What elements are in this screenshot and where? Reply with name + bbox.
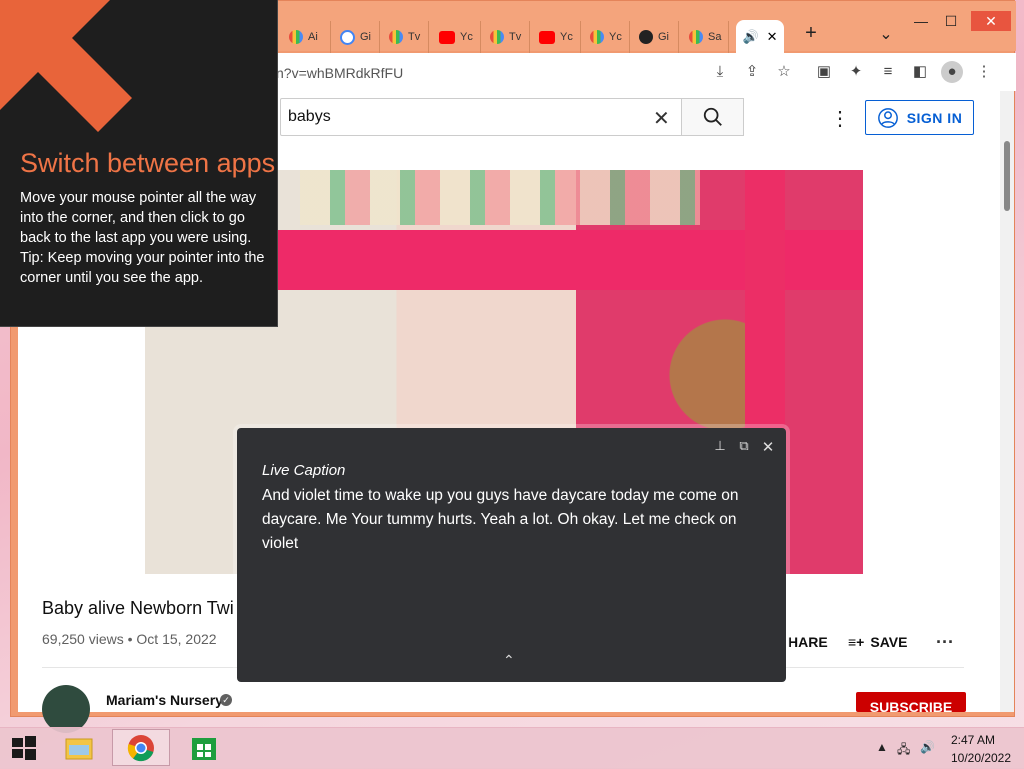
browser-tab[interactable]: Tv	[482, 21, 530, 53]
tab-label: Yc	[609, 31, 622, 43]
view-count: 69,250 views	[42, 631, 124, 647]
tab-search-chevron-icon[interactable]: ⌄	[871, 25, 901, 45]
folder-icon	[65, 738, 93, 759]
media-control-icon[interactable]: ≡	[877, 61, 899, 83]
bookmark-star-icon[interactable]: ☆	[773, 61, 795, 83]
new-tab-button[interactable]: +	[796, 23, 826, 43]
live-caption-icon[interactable]: ▣	[813, 61, 835, 83]
playlist-add-icon: ≡+	[848, 634, 865, 650]
tab-label: Gi	[658, 31, 669, 43]
more-actions-icon[interactable]: ···	[936, 632, 954, 653]
settings-menu-icon[interactable]: ⋮	[830, 106, 850, 131]
live-caption-text: And violet time to wake up you guys have…	[262, 487, 739, 552]
multicolor-favicon-icon	[689, 30, 703, 44]
clock-date[interactable]: 10/20/2022	[941, 751, 1021, 765]
switch-apps-instructions: Move your mouse pointer all the way into…	[20, 190, 257, 246]
browser-tab[interactable]: Yc	[431, 21, 481, 53]
tab-close-icon[interactable]: ✕	[767, 29, 778, 45]
tab-label: Tv	[509, 31, 522, 43]
channel-name[interactable]: Mariam's Nursery	[106, 692, 223, 708]
tab-label: Gi	[360, 31, 371, 43]
google-icon	[340, 29, 355, 45]
browser-tab[interactable]: Yc	[582, 21, 630, 53]
switch-apps-tip: Tip: Keep moving your pointer into the c…	[20, 250, 265, 286]
tab-label: Yc	[460, 31, 473, 43]
maximize-button[interactable]: ☐	[936, 11, 966, 31]
search-button[interactable]	[681, 98, 744, 136]
multicolor-favicon-icon	[590, 30, 604, 44]
tab-label: Yc	[560, 31, 573, 43]
browser-tab[interactable]: Sa	[681, 21, 729, 53]
search-input-value[interactable]: babys	[288, 108, 331, 126]
extensions-icon[interactable]: ✦	[845, 61, 867, 83]
share-button[interactable]: HARE	[788, 634, 828, 650]
active-tab[interactable]: 🔊 ✕	[736, 20, 784, 53]
youtube-icon	[539, 30, 555, 44]
browser-tab[interactable]: Gi	[631, 21, 679, 53]
share-page-icon[interactable]: ⇪	[741, 61, 763, 83]
volume-icon[interactable]: 🔊	[920, 740, 935, 754]
tab-label: Ai	[308, 31, 318, 43]
multicolor-favicon-icon	[289, 30, 303, 44]
user-avatar-icon	[877, 107, 898, 128]
close-caption-icon[interactable]: ✕	[759, 438, 777, 456]
install-app-icon[interactable]: ⤓	[709, 61, 731, 83]
live-caption-heading: Live Caption	[262, 462, 346, 479]
sign-in-label: SIGN IN	[906, 109, 963, 126]
multicolor-favicon-icon	[490, 30, 504, 44]
sign-in-button[interactable]: SIGN IN	[865, 100, 974, 135]
verified-badge-icon: ✓	[220, 694, 232, 706]
start-button[interactable]	[0, 729, 48, 766]
save-button[interactable]: ≡+ SAVE	[848, 634, 907, 650]
open-external-icon[interactable]: ⧉	[735, 438, 753, 454]
tab-label: Tv	[408, 31, 421, 43]
store-icon	[192, 737, 216, 760]
save-label: SAVE	[870, 634, 908, 650]
clock-time[interactable]: 2:47 AM	[943, 733, 1003, 747]
search-icon	[703, 107, 722, 126]
close-button[interactable]: ✕	[971, 11, 1011, 31]
speaker-icon[interactable]: 🔊	[742, 29, 758, 45]
show-hidden-icons-icon[interactable]: ▲	[876, 740, 888, 754]
browser-tab[interactable]: Yc	[531, 21, 581, 53]
video-meta: 69,250 views • Oct 15, 2022	[42, 631, 217, 647]
switch-apps-body: Move your mouse pointer all the way into…	[20, 188, 265, 288]
video-frame-detail	[300, 170, 700, 225]
browser-tab[interactable]: Gi	[332, 21, 380, 53]
chrome-taskbar-button[interactable]	[112, 729, 170, 766]
corner-arrow-icon	[0, 0, 132, 132]
minimize-button[interactable]: —	[906, 11, 936, 31]
scrollbar-thumb[interactable]	[1004, 141, 1010, 211]
multicolor-favicon-icon	[389, 30, 403, 44]
upload-date: Oct 15, 2022	[136, 631, 217, 647]
browser-tab[interactable]: Ai	[281, 21, 331, 53]
youtube-icon	[439, 30, 455, 44]
switch-apps-title: Switch between apps	[20, 148, 276, 178]
chrome-icon	[127, 734, 154, 761]
network-icon[interactable]: 🖧	[897, 740, 910, 761]
expand-caption-icon[interactable]: ⌃	[503, 652, 515, 669]
search-input[interactable]	[280, 98, 682, 136]
file-explorer-button[interactable]	[50, 729, 108, 766]
profile-icon[interactable]: ●	[941, 61, 963, 83]
chrome-menu-icon[interactable]: ⋮	[973, 61, 995, 83]
clear-search-icon[interactable]: ✕	[653, 106, 670, 131]
github-icon	[639, 30, 653, 44]
windows-logo-icon	[12, 735, 36, 760]
pin-icon[interactable]: ⊥	[711, 438, 729, 454]
video-title: Baby alive Newborn Twi	[42, 598, 234, 618]
tab-label: Sa	[708, 31, 722, 43]
store-taskbar-button[interactable]	[175, 729, 233, 766]
side-panel-icon[interactable]: ◧	[909, 61, 931, 83]
subscribe-button[interactable]: SUBSCRIBE	[856, 692, 966, 712]
channel-avatar[interactable]	[42, 685, 90, 733]
browser-tab[interactable]: Tv	[381, 21, 429, 53]
